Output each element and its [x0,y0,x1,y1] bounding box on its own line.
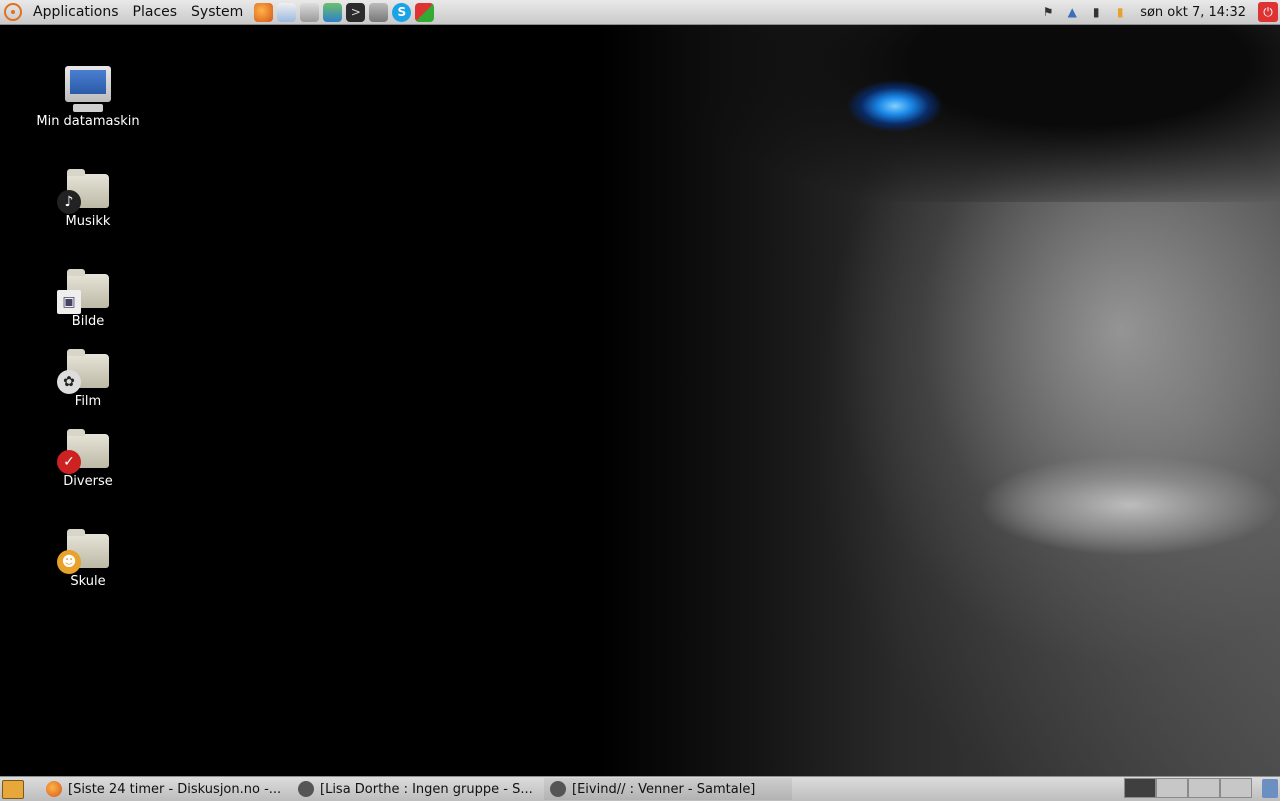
desktop-icon-film[interactable]: ✿ Film [28,349,148,409]
wallpaper-eye [820,70,970,140]
misc-folder-icon: ✓ [57,429,109,474]
desktop-icon-label: Min datamaskin [36,114,140,129]
chat-icon [298,781,314,797]
music-folder-icon: ♪ [57,169,109,214]
wifi-icon[interactable]: ▲ [1064,4,1080,20]
workspace-4[interactable] [1220,778,1252,798]
taskbar-item[interactable]: [Lisa Dorthe : Ingen gruppe - S... [292,778,536,800]
taskbar-item[interactable]: [Siste 24 timer - Diskusjon.no -... [40,778,284,800]
files-icon[interactable] [300,2,320,22]
terminal-icon[interactable]: > [346,2,366,22]
trash-icon[interactable] [1262,779,1278,798]
desktop-icon-musikk[interactable]: ♪ Musikk [28,169,148,229]
workspace-2[interactable] [1156,778,1188,798]
top-panel: Applications Places System > S ⚑ ▲ ▮ ▮ s… [0,0,1280,25]
clock[interactable]: søn okt 7, 14:32 [1136,5,1250,20]
desktop-icon-computer[interactable]: Min datamaskin [28,66,148,129]
show-desktop-button[interactable] [2,780,24,799]
desktop-icon-label: Film [74,394,102,409]
desktop-icon-label: Bilde [71,314,105,329]
checkmark-emblem-icon: ✓ [57,450,81,474]
workspace-3[interactable] [1188,778,1220,798]
mail-icon[interactable] [277,2,297,22]
workspace-1[interactable] [1124,778,1156,798]
logout-icon[interactable]: ⏻ [1258,2,1278,22]
desktop-icon-diverse[interactable]: ✓ Diverse [28,429,148,489]
speaker-emblem-icon: ♪ [57,190,81,214]
video-folder-icon: ✿ [57,349,109,394]
desktop-icon-bilde[interactable]: ▣ Bilde [28,269,148,329]
film-reel-emblem-icon: ✿ [57,370,81,394]
photo-emblem-icon: ▣ [57,290,81,314]
calculator-icon[interactable] [369,2,389,22]
bottom-panel: [Siste 24 timer - Diskusjon.no -... [Lis… [0,776,1280,801]
menu-system[interactable]: System [184,0,250,24]
messenger-icon[interactable] [323,2,343,22]
taskbar-item-label: [Siste 24 timer - Diskusjon.no -... [68,781,282,797]
menu-places[interactable]: Places [126,0,185,24]
people-emblem-icon: ☻ [57,550,81,574]
desktop-icon-label: Musikk [65,214,111,229]
ubuntu-logo-icon[interactable] [4,3,22,21]
desktop-icon-label: Diverse [63,474,113,489]
taskbar-item-label: [Eivind// : Venner - Samtale] [572,781,756,797]
taskbar-item[interactable]: [Eivind// : Venner - Samtale] [544,778,792,800]
battery-icon[interactable]: ▮ [1112,4,1128,20]
skype-icon[interactable]: S [392,2,412,22]
desktop-icon-skule[interactable]: ☻ Skule [28,529,148,589]
firefox-icon[interactable] [254,2,274,22]
computer-icon [28,66,148,112]
chat-icon [550,781,566,797]
taskbar-item-label: [Lisa Dorthe : Ingen gruppe - S... [320,781,533,797]
pictures-folder-icon: ▣ [57,269,109,314]
jigsaw-icon[interactable] [415,2,435,22]
desktop-wallpaper [0,0,1280,800]
desktop-icon-label: Skule [70,574,106,589]
wallpaper-lips [980,455,1280,555]
firefox-icon [46,781,62,797]
menu-applications[interactable]: Applications [26,0,126,24]
school-folder-icon: ☻ [57,529,109,574]
signal-icon[interactable]: ▮ [1088,4,1104,20]
network-icon[interactable]: ⚑ [1040,4,1056,20]
workspace-switcher[interactable] [1124,778,1252,798]
